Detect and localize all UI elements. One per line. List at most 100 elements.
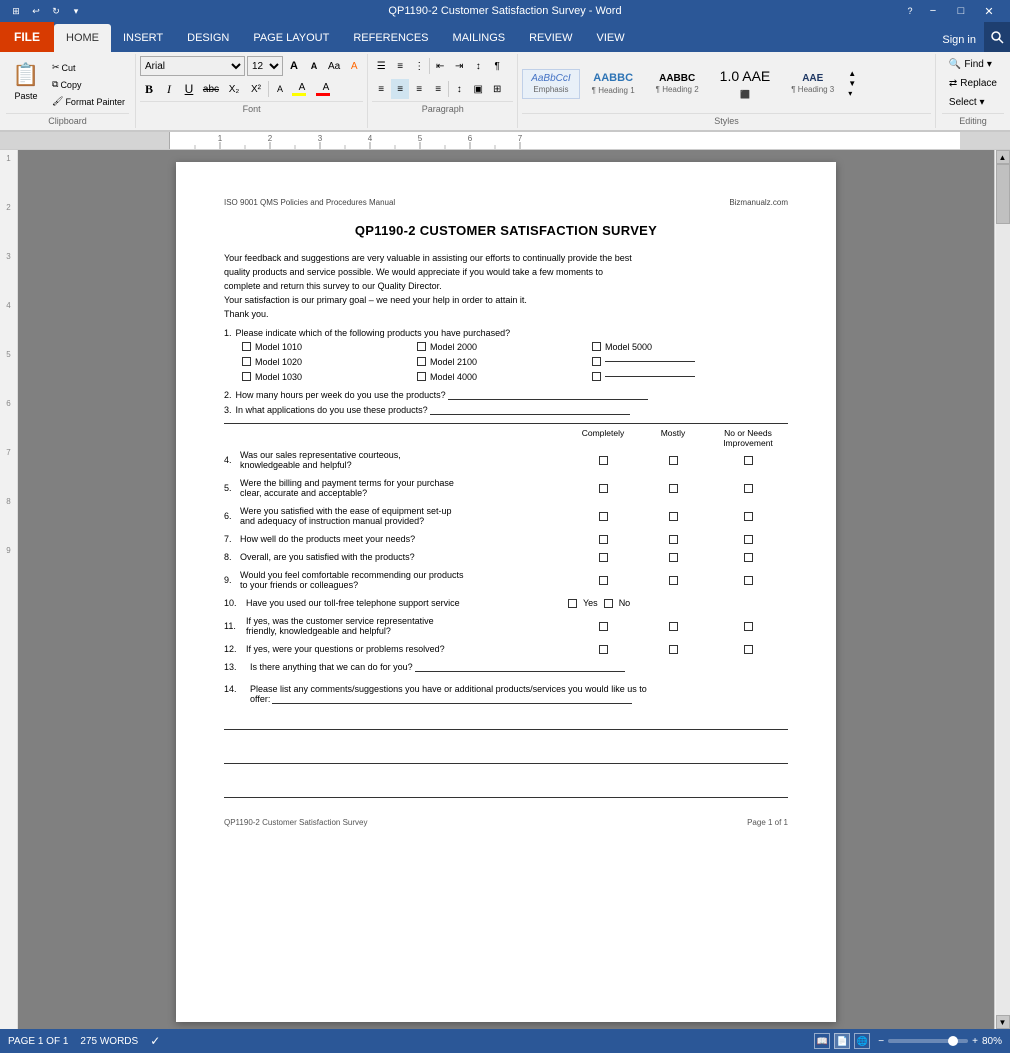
q7-cb2[interactable]: [638, 535, 708, 544]
underline-button[interactable]: U: [180, 79, 198, 99]
styles-up-icon[interactable]: ▲: [848, 69, 856, 78]
find-button[interactable]: 🔍 Find ▾: [942, 56, 1004, 73]
q5-cb1[interactable]: [568, 484, 638, 493]
help-icon[interactable]: ?: [902, 3, 918, 19]
cut-button[interactable]: ✂ Cut: [48, 60, 129, 75]
text-highlight-button[interactable]: A: [291, 79, 313, 99]
scroll-down-button[interactable]: ▼: [996, 1015, 1010, 1029]
increase-indent-button[interactable]: ⇥: [450, 56, 468, 76]
undo-icon[interactable]: ↩: [28, 3, 44, 19]
align-left-button[interactable]: ≡: [372, 79, 390, 99]
italic-button[interactable]: I: [160, 79, 178, 99]
style-heading1[interactable]: AABBC¶ Heading 1: [583, 68, 644, 100]
tab-insert[interactable]: INSERT: [111, 24, 175, 52]
decrease-font-button[interactable]: A: [305, 56, 323, 76]
scroll-up-button[interactable]: ▲: [996, 150, 1010, 164]
checkbox-blank1[interactable]: [592, 357, 601, 366]
align-center-button[interactable]: ≡: [391, 79, 409, 99]
scrollbar[interactable]: ▲ ▼: [994, 150, 1010, 1029]
q9-cb1[interactable]: [568, 576, 638, 585]
styles-down-icon[interactable]: ▼: [848, 79, 856, 88]
q4-cb2[interactable]: [638, 456, 708, 465]
font-color-button[interactable]: A: [315, 79, 337, 99]
checkbox-2000[interactable]: [417, 342, 426, 351]
paste-button[interactable]: 📋 Paste: [6, 56, 46, 104]
zoom-slider[interactable]: [888, 1039, 968, 1043]
checkbox-4000[interactable]: [417, 372, 426, 381]
close-button[interactable]: ✕: [976, 0, 1002, 22]
q11-cb3[interactable]: [708, 622, 788, 631]
view-print-button[interactable]: 📄: [834, 1033, 850, 1049]
borders-button[interactable]: ⊞: [488, 79, 506, 99]
bullets-button[interactable]: ☰: [372, 56, 390, 76]
sign-in-button[interactable]: Sign in: [934, 28, 984, 52]
scroll-thumb[interactable]: [996, 164, 1010, 224]
increase-font-button[interactable]: A: [285, 56, 303, 76]
q7-cb1[interactable]: [568, 535, 638, 544]
checkbox-1020[interactable]: [242, 357, 251, 366]
replace-button[interactable]: ⇄ Replace: [942, 75, 1004, 92]
copy-button[interactable]: ⧉ Copy: [48, 77, 129, 92]
q10-no-cb[interactable]: [604, 599, 613, 608]
tab-file[interactable]: FILE: [0, 22, 54, 52]
style-normal[interactable]: 1.0 AAE⬛: [711, 64, 780, 104]
q6-cb3[interactable]: [708, 512, 788, 521]
font-size-select[interactable]: 12: [247, 56, 283, 76]
q12-cb2[interactable]: [638, 645, 708, 654]
q8-cb1[interactable]: [568, 553, 638, 562]
superscript-button[interactable]: X²: [246, 79, 266, 99]
font-name-select[interactable]: Arial: [140, 56, 245, 76]
zoom-in-icon[interactable]: +: [972, 1036, 978, 1047]
shading-button[interactable]: ▣: [469, 79, 487, 99]
sort-button[interactable]: ↕: [469, 56, 487, 76]
tab-mailings[interactable]: MAILINGS: [441, 24, 518, 52]
q7-cb3[interactable]: [708, 535, 788, 544]
style-heading3[interactable]: AAE¶ Heading 3: [782, 69, 843, 99]
minimize-button[interactable]: −: [920, 0, 946, 22]
q9-cb2[interactable]: [638, 576, 708, 585]
maximize-button[interactable]: □: [948, 0, 974, 22]
q4-cb3[interactable]: [708, 456, 788, 465]
clear-format-button[interactable]: Aa: [325, 56, 343, 76]
q12-cb3[interactable]: [708, 645, 788, 654]
bold-button[interactable]: B: [140, 79, 158, 99]
q10-yes-cb[interactable]: [568, 599, 577, 608]
search-toolbar-button[interactable]: [984, 22, 1010, 52]
q9-cb3[interactable]: [708, 576, 788, 585]
numbering-button[interactable]: ≡: [391, 56, 409, 76]
q4-cb1[interactable]: [568, 456, 638, 465]
justify-button[interactable]: ≡: [429, 79, 447, 99]
text-effects-button[interactable]: A: [271, 79, 289, 99]
tab-review[interactable]: REVIEW: [517, 24, 584, 52]
zoom-thumb[interactable]: [948, 1036, 958, 1046]
styles-more-icon[interactable]: ▾: [848, 89, 856, 98]
customize-icon[interactable]: ▾: [68, 3, 84, 19]
doc-scroll[interactable]: ISO 9001 QMS Policies and Procedures Man…: [18, 150, 994, 1029]
proofing-icon[interactable]: ✓: [150, 1034, 160, 1048]
checkbox-1010[interactable]: [242, 342, 251, 351]
align-right-button[interactable]: ≡: [410, 79, 428, 99]
checkbox-5000[interactable]: [592, 342, 601, 351]
q8-cb2[interactable]: [638, 553, 708, 562]
style-emphasis[interactable]: AaBbCcIEmphasis: [522, 69, 579, 99]
styles-scroll[interactable]: ▲ ▼ ▾: [848, 69, 856, 98]
style-heading2[interactable]: AABBC¶ Heading 2: [647, 69, 708, 99]
show-formatting-button[interactable]: ¶: [488, 56, 506, 76]
redo-icon[interactable]: ↻: [48, 3, 64, 19]
tab-home[interactable]: HOME: [54, 24, 111, 52]
view-web-button[interactable]: 🌐: [854, 1033, 870, 1049]
q6-cb2[interactable]: [638, 512, 708, 521]
zoom-level[interactable]: 80%: [982, 1036, 1002, 1047]
highlight-button[interactable]: A: [345, 56, 363, 76]
tab-references[interactable]: REFERENCES: [341, 24, 440, 52]
checkbox-2100[interactable]: [417, 357, 426, 366]
line-spacing-button[interactable]: ↕: [450, 79, 468, 99]
checkbox-blank2[interactable]: [592, 372, 601, 381]
multilevel-button[interactable]: ⋮: [410, 56, 428, 76]
q5-cb2[interactable]: [638, 484, 708, 493]
q5-cb3[interactable]: [708, 484, 788, 493]
q11-cb2[interactable]: [638, 622, 708, 631]
format-painter-button[interactable]: 🖌 Format Painter: [48, 94, 129, 109]
tab-design[interactable]: DESIGN: [175, 24, 241, 52]
view-read-button[interactable]: 📖: [814, 1033, 830, 1049]
